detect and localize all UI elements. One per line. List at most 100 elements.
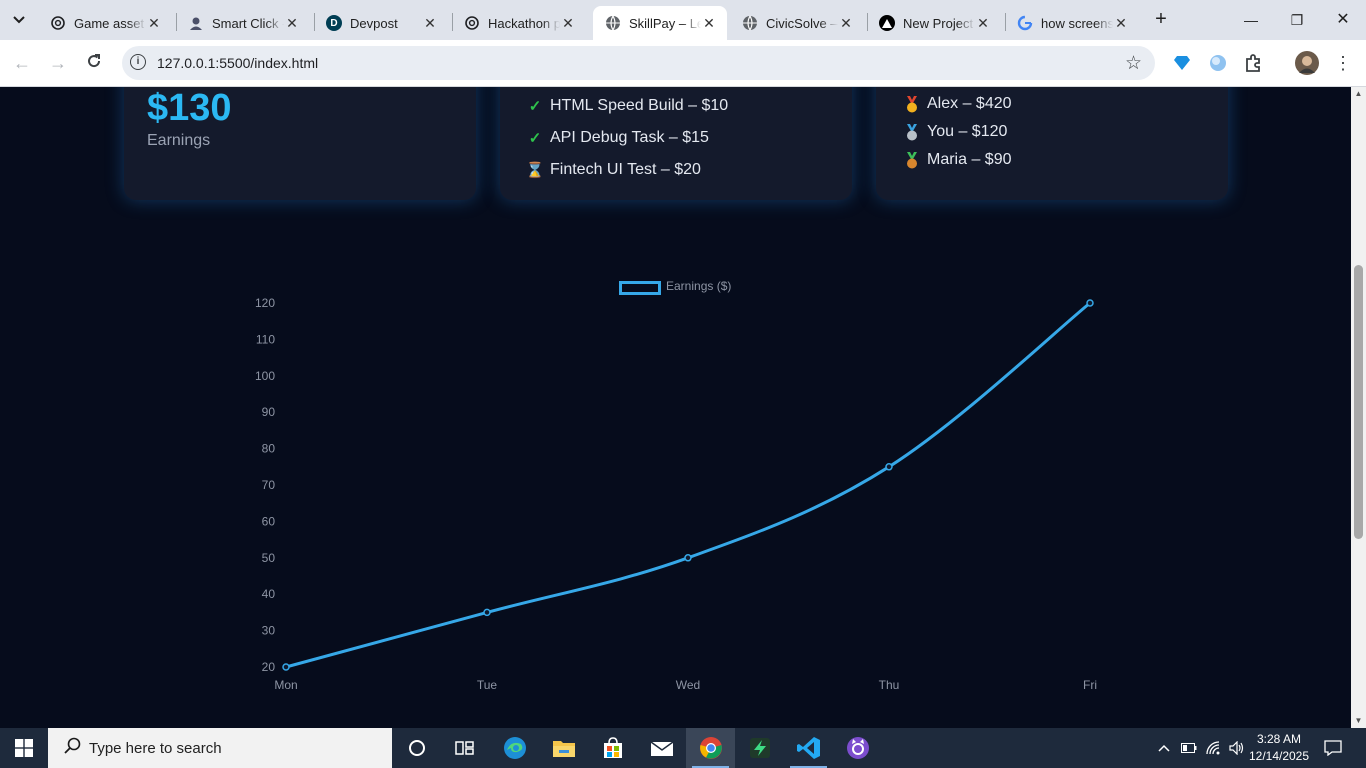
y-tick-label: 120 xyxy=(255,296,275,310)
cortana-button[interactable] xyxy=(392,728,441,768)
tab-smart-click[interactable]: Smart Click - ✕ xyxy=(176,6,310,40)
openai-icon xyxy=(50,15,66,31)
close-icon[interactable]: ✕ xyxy=(701,15,717,32)
close-icon[interactable]: ✕ xyxy=(146,15,162,32)
notifications-button[interactable] xyxy=(1320,728,1346,768)
taskbar-search-box[interactable]: Type here to search xyxy=(48,728,392,768)
profile-avatar[interactable] xyxy=(1295,51,1319,75)
globe-icon xyxy=(605,15,621,31)
address-bar[interactable]: i 127.0.0.1:5500/index.html ☆ xyxy=(122,46,1155,80)
forward-button[interactable]: → xyxy=(47,52,69,74)
y-tick-label: 60 xyxy=(262,514,276,528)
close-icon[interactable]: ✕ xyxy=(422,15,438,32)
tab-title: Game asset generator xyxy=(74,15,146,31)
y-tick-label: 20 xyxy=(262,660,276,674)
vscode-taskbar-button[interactable] xyxy=(784,728,833,768)
clock-date: 12/14/2025 xyxy=(1248,749,1310,763)
store-taskbar-button[interactable] xyxy=(588,728,637,768)
mail-taskbar-button[interactable] xyxy=(637,728,686,768)
tab-new-project[interactable]: New Project ✕ xyxy=(867,6,1001,40)
tab-hackathon[interactable]: Hackathon project ✕ xyxy=(452,6,586,40)
reload-icon xyxy=(88,54,101,68)
wifi-icon xyxy=(1206,741,1220,755)
url-text[interactable]: 127.0.0.1:5500/index.html xyxy=(157,55,318,71)
scroll-down-arrow[interactable]: ▼ xyxy=(1351,714,1366,728)
page-viewport: $130 Earnings ✓ HTML Speed Build – $10 ✓ A… xyxy=(0,87,1351,728)
site-info-icon[interactable]: i xyxy=(130,54,146,70)
restore-button[interactable]: ❐ xyxy=(1274,8,1320,32)
y-tick-label: 70 xyxy=(262,478,276,492)
close-icon[interactable]: ✕ xyxy=(975,15,991,32)
y-tick-label: 100 xyxy=(255,369,275,383)
close-icon[interactable]: ✕ xyxy=(560,15,576,32)
chrome-taskbar-button[interactable] xyxy=(686,728,735,768)
tab-title: Hackathon project xyxy=(488,15,560,31)
tab-title: SkillPay – Learn xyxy=(629,15,701,31)
reload-button[interactable] xyxy=(83,52,105,74)
tab-google-search[interactable]: how screenshot ✕ xyxy=(1005,6,1139,40)
close-icon[interactable]: ✕ xyxy=(1113,15,1129,32)
tab-game-asset[interactable]: Game asset generator ✕ xyxy=(38,6,172,40)
y-tick-label: 40 xyxy=(262,587,276,601)
tab-search-button[interactable] xyxy=(6,7,32,33)
start-button[interactable] xyxy=(0,728,48,768)
bookmark-star-icon[interactable]: ☆ xyxy=(1125,52,1142,75)
show-hidden-icons-button[interactable] xyxy=(1155,728,1173,768)
google-icon xyxy=(1017,15,1033,31)
new-tab-button[interactable]: + xyxy=(1150,8,1172,32)
y-tick-label: 80 xyxy=(262,442,276,456)
triangle-icon xyxy=(879,15,895,31)
mail-icon xyxy=(650,741,673,756)
x-tick-label: Wed xyxy=(676,678,700,692)
notification-icon xyxy=(1324,740,1342,756)
data-point xyxy=(1086,299,1094,307)
y-tick-label: 30 xyxy=(262,624,276,638)
browser-menu-icon[interactable]: ⋮ xyxy=(1331,51,1355,75)
x-tick-label: Thu xyxy=(879,678,900,692)
close-icon[interactable]: ✕ xyxy=(838,15,854,32)
data-point xyxy=(885,463,893,471)
x-tick-label: Fri xyxy=(1083,678,1097,692)
minimize-button[interactable]: ― xyxy=(1228,8,1274,32)
scrollbar-thumb[interactable] xyxy=(1354,265,1363,539)
page-scrollbar[interactable]: ▲ ▼ xyxy=(1351,87,1366,728)
y-tick-label: 110 xyxy=(256,332,275,346)
extension-orb-icon[interactable] xyxy=(1206,51,1230,75)
tab-skillpay[interactable]: SkillPay – Learn ✕ xyxy=(593,6,727,40)
tab-title: New Project xyxy=(903,15,974,31)
close-icon[interactable]: ✕ xyxy=(284,15,300,32)
taskbar-clock[interactable]: 3:28 AM 12/14/2025 xyxy=(1248,731,1310,765)
edge-taskbar-button[interactable] xyxy=(490,728,539,768)
store-bag-icon xyxy=(603,737,622,758)
scroll-up-arrow[interactable]: ▲ xyxy=(1351,87,1366,101)
github-desktop-taskbar-button[interactable] xyxy=(833,728,882,768)
tab-civicsolve[interactable]: CivicSolve — ✕ xyxy=(730,6,864,40)
edge-icon xyxy=(503,737,526,759)
x-tick-label: Tue xyxy=(477,678,498,692)
tab-devpost[interactable]: D Devpost ✕ xyxy=(314,6,448,40)
volume-tray-icon[interactable] xyxy=(1226,728,1248,768)
series-line xyxy=(285,301,1091,669)
extension-diamond-icon[interactable] xyxy=(1170,51,1194,75)
clock-time: 3:28 AM xyxy=(1256,732,1302,746)
battery-tray-icon[interactable] xyxy=(1178,728,1200,768)
tab-title: CivicSolve — xyxy=(766,15,838,31)
cortana-circle-icon xyxy=(408,740,425,756)
network-tray-icon[interactable] xyxy=(1203,728,1225,768)
app-bolt-taskbar-button[interactable] xyxy=(735,728,784,768)
vscode-icon xyxy=(796,737,820,759)
extensions-puzzle-icon[interactable] xyxy=(1242,51,1266,75)
earnings-line-chart: 20 30 40 50 60 70 80 90 100 110 120 Mon Tue Wed Thu Fri xyxy=(255,296,1097,692)
task-view-button[interactable] xyxy=(440,728,489,768)
devpost-icon: D xyxy=(326,15,342,31)
tab-title: Devpost xyxy=(350,15,398,31)
close-window-button[interactable]: ✕ xyxy=(1320,8,1366,32)
lightning-bolt-icon xyxy=(749,738,770,758)
file-explorer-taskbar-button[interactable] xyxy=(539,728,588,768)
y-tick-label: 90 xyxy=(262,405,276,419)
browser-tab-bar: Game asset generator ✕ Smart Click - ✕ D… xyxy=(0,0,1366,40)
github-icon xyxy=(846,737,869,759)
tab-title: Smart Click - xyxy=(212,15,284,31)
battery-icon xyxy=(1181,743,1197,753)
back-button[interactable]: ← xyxy=(11,52,33,74)
